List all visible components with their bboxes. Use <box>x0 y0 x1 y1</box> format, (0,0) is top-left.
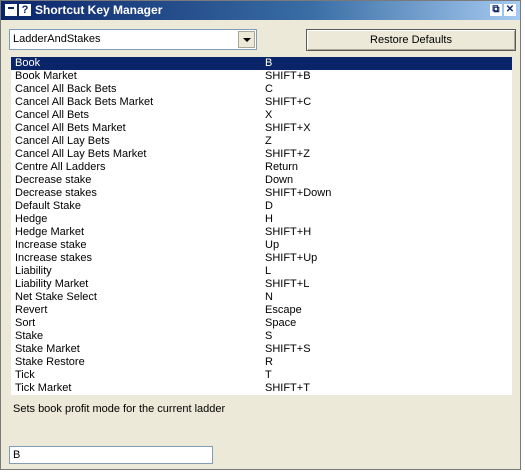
shortcut-action-name: Stake <box>15 330 44 342</box>
shortcut-key: S <box>265 330 273 342</box>
shortcut-list[interactable]: Book B Book Market SHIFT+B Cancel All Back B… <box>11 57 512 395</box>
shortcut-row[interactable]: Sort Space <box>11 317 512 330</box>
shortcut-key: SHIFT+Up <box>265 252 318 264</box>
shortcut-description: Sets book profit mode for the current la… <box>13 403 226 415</box>
shortcut-row[interactable]: Tick Market SHIFT+T <box>11 382 512 395</box>
shortcut-row[interactable]: Increase stake Up <box>11 239 512 252</box>
window-menu-icon[interactable] <box>5 4 17 16</box>
shortcut-action-name: Liability Market <box>15 278 89 290</box>
shortcut-key: D <box>265 200 273 212</box>
shortcut-key-input[interactable] <box>9 446 213 464</box>
shortcut-row[interactable]: Decrease stake Down <box>11 174 512 187</box>
shortcut-key: SHIFT+X <box>265 122 311 134</box>
shortcut-row[interactable]: Decrease stakes SHIFT+Down <box>11 187 512 200</box>
shortcut-action-name: Hedge Market <box>15 226 85 238</box>
shortcut-action-name: Centre All Ladders <box>15 161 106 173</box>
shortcut-action-name: Cancel All Lay Bets <box>15 135 110 147</box>
shortcut-key: SHIFT+Z <box>265 148 310 160</box>
shortcut-row[interactable]: Book B <box>11 57 512 70</box>
shortcut-row[interactable]: Liability Market SHIFT+L <box>11 278 512 291</box>
shortcut-key: SHIFT+L <box>265 278 310 290</box>
shortcut-action-name: Hedge <box>15 213 48 225</box>
shortcut-action-name: Cancel All Bets <box>15 109 89 121</box>
shortcut-row[interactable]: Increase stakes SHIFT+Up <box>11 252 512 265</box>
shortcut-row[interactable]: Cancel All Back Bets C <box>11 83 512 96</box>
shortcut-action-name: Cancel All Back Bets Market <box>15 96 154 108</box>
shortcut-key: Up <box>265 239 280 251</box>
shortcut-action-name: Cancel All Bets Market <box>15 122 126 134</box>
shortcut-action-name: Decrease stake <box>15 174 92 186</box>
shortcut-key: H <box>265 213 273 225</box>
shortcut-row[interactable]: Default Stake D <box>11 200 512 213</box>
shortcut-action-name: Stake Market <box>15 343 80 355</box>
restore-icon[interactable]: ⧉ <box>490 4 502 16</box>
shortcut-action-name: Increase stake <box>15 239 87 251</box>
shortcut-action-name: Net Stake Select <box>15 291 97 303</box>
shortcut-row[interactable]: Tick T <box>11 369 512 382</box>
shortcut-key-manager-window: ? Shortcut Key Manager ⧉ ✕ LadderAndStak… <box>0 0 521 470</box>
shortcut-row[interactable]: Stake Market SHIFT+S <box>11 343 512 356</box>
shortcut-key: L <box>265 265 272 277</box>
shortcut-action-name: Default Stake <box>15 200 82 212</box>
shortcut-key: Down <box>265 174 294 186</box>
shortcut-key: T <box>265 369 272 381</box>
shortcut-row[interactable]: Stake S <box>11 330 512 343</box>
help-icon[interactable]: ? <box>19 4 31 16</box>
shortcut-action-name: Liability <box>15 265 52 277</box>
shortcut-key: SHIFT+T <box>265 382 310 394</box>
shortcut-key: SHIFT+S <box>265 343 311 355</box>
shortcut-row[interactable]: Liability L <box>11 265 512 278</box>
shortcut-key: SHIFT+B <box>265 70 311 82</box>
shortcut-action-name: Book <box>15 57 41 69</box>
shortcut-row[interactable]: Hedge Market SHIFT+H <box>11 226 512 239</box>
shortcut-action-name: Book Market <box>15 70 77 82</box>
shortcut-key: SHIFT+C <box>265 96 312 108</box>
shortcut-row[interactable]: Revert Escape <box>11 304 512 317</box>
shortcut-key: Z <box>265 135 272 147</box>
shortcut-row[interactable]: Cancel All Bets X <box>11 109 512 122</box>
chevron-down-icon[interactable] <box>238 31 255 48</box>
shortcut-row[interactable]: Net Stake Select N <box>11 291 512 304</box>
shortcut-action-name: Revert <box>15 304 48 316</box>
shortcut-row[interactable]: Cancel All Bets Market SHIFT+X <box>11 122 512 135</box>
shortcut-row[interactable]: Cancel All Back Bets Market SHIFT+C <box>11 96 512 109</box>
shortcut-row[interactable]: Centre All Ladders Return <box>11 161 512 174</box>
shortcut-key: R <box>265 356 273 368</box>
shortcut-key: B <box>265 57 273 69</box>
shortcut-row[interactable]: Book Market SHIFT+B <box>11 70 512 83</box>
shortcut-action-name: Increase stakes <box>15 252 93 264</box>
shortcut-key: SHIFT+H <box>265 226 312 238</box>
shortcut-row[interactable]: Cancel All Lay Bets Market SHIFT+Z <box>11 148 512 161</box>
shortcut-action-name: Cancel All Lay Bets Market <box>15 148 147 160</box>
shortcut-key: Return <box>265 161 299 173</box>
restore-defaults-button[interactable]: Restore Defaults <box>306 29 516 51</box>
close-icon[interactable]: ✕ <box>504 4 516 16</box>
window-title: Shortcut Key Manager <box>35 3 163 17</box>
shortcut-key: Space <box>265 317 297 329</box>
profile-select[interactable]: LadderAndStakes <box>9 29 257 50</box>
shortcut-key: N <box>265 291 273 303</box>
shortcut-key: X <box>265 109 273 121</box>
shortcut-row[interactable]: Cancel All Lay Bets Z <box>11 135 512 148</box>
shortcut-key: C <box>265 83 273 95</box>
title-bar[interactable]: ? Shortcut Key Manager ⧉ ✕ <box>1 1 520 20</box>
shortcut-action-name: Tick Market <box>15 382 72 394</box>
shortcut-action-name: Tick <box>15 369 35 381</box>
shortcut-row[interactable]: Hedge H <box>11 213 512 226</box>
shortcut-action-name: Cancel All Back Bets <box>15 83 117 95</box>
profile-select-value: LadderAndStakes <box>13 33 101 45</box>
shortcut-row[interactable]: Stake Restore R <box>11 356 512 369</box>
shortcut-key: SHIFT+Down <box>265 187 332 199</box>
shortcut-action-name: Sort <box>15 317 36 329</box>
shortcut-action-name: Stake Restore <box>15 356 85 368</box>
shortcut-action-name: Decrease stakes <box>15 187 97 199</box>
shortcut-key: Escape <box>265 304 302 316</box>
